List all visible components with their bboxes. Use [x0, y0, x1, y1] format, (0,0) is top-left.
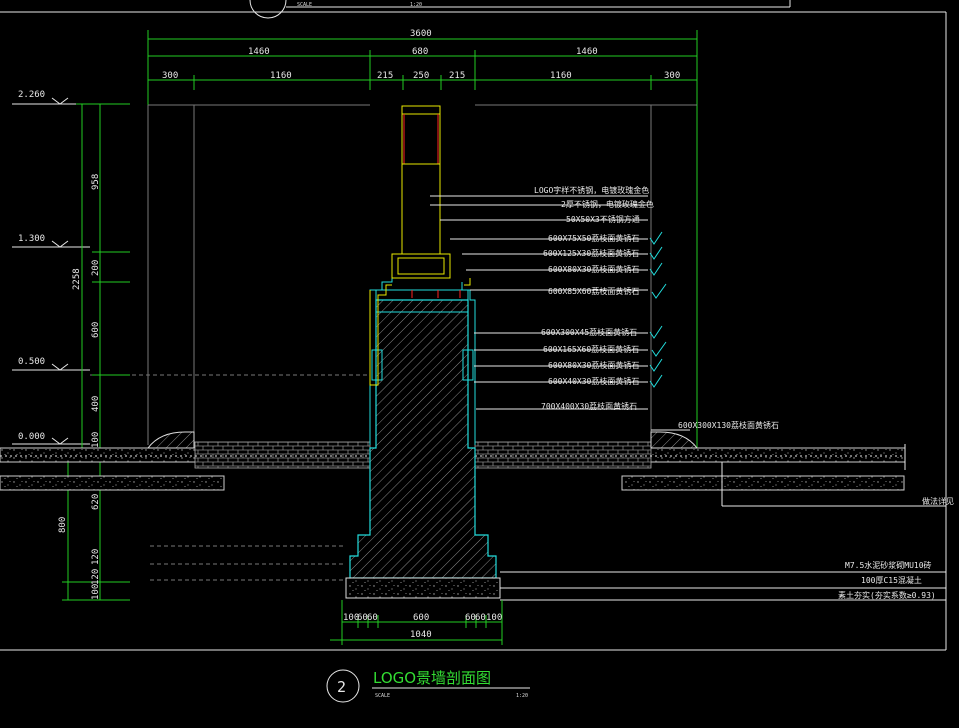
note-2mm-steel: 2厚不锈钢，电镀玫瑰金色 [561, 199, 654, 209]
logo-frame [391, 105, 461, 298]
note-stone-130: 600X300X130荔枝面黄锈石 [678, 420, 779, 430]
previous-title-stub: SCALE 1:20 [249, 0, 791, 19]
dim-detail-5: 215 [449, 71, 465, 81]
dim-detail-1: 300 [162, 71, 178, 81]
material-notes: LOGO字样不锈钢，电镀玫瑰金色 2厚不锈钢，电镀玫瑰金色 50X50X3不锈钢… [534, 185, 954, 600]
dim-left-100b: 100 [91, 584, 101, 600]
check-icon [651, 283, 667, 299]
dim-left-800: 800 [58, 517, 68, 533]
level-markers: 2.260 1.300 0.500 0.000 [12, 90, 130, 445]
dim-detail-2: 1160 [270, 71, 292, 81]
level-2-260: 2.260 [18, 90, 45, 100]
dim-left-100: 100 [91, 432, 101, 448]
check-icon [651, 341, 667, 357]
dim-detail-6: 1160 [550, 71, 572, 81]
scale-value: 1:20 [516, 693, 528, 699]
left-dimensions: 2258 958 200 600 400 100 800 620 120 120… [58, 103, 130, 601]
dim-detail-3: 215 [377, 71, 393, 81]
note-stone-75: 600X75X50荔枝面黄锈石 [548, 233, 639, 243]
top-stub-scale-label: SCALE [297, 2, 312, 8]
dim-bottom-600: 600 [413, 613, 429, 623]
check-icon [649, 262, 663, 276]
dim-left-200: 200 [91, 260, 101, 276]
drawing-title-block: 2 LOGO景墙剖面图 SCALE 1:20 [326, 669, 530, 703]
note-logo-text: LOGO字样不锈钢，电镀玫瑰金色 [534, 185, 649, 195]
bottom-dimensions: 100 60 60 600 60 60 100 1040 [330, 600, 503, 645]
dim-left-120b: 120 [91, 569, 101, 585]
note-steel-tube: 50X50X3不锈钢方通 [566, 214, 640, 224]
note-stone-700: 700X400X30荔枝面黄锈石 [541, 401, 637, 411]
dim-top-mid-2: 680 [412, 47, 428, 57]
note-brick: M7.5水泥砂浆砌MU10砖 [845, 560, 932, 570]
dim-left-120a: 120 [91, 549, 101, 565]
dim-detail-7: 300 [664, 71, 680, 81]
check-icon [649, 231, 663, 245]
dim-left-400: 400 [91, 396, 101, 412]
note-stone-80b: 600X80X30荔枝面黄锈石 [548, 360, 639, 370]
dim-bottom-60b: 60 [367, 613, 378, 623]
scale-label: SCALE [375, 693, 390, 699]
check-icon [649, 374, 663, 388]
note-stone-40: 600X40X30荔枝面黄锈石 [548, 376, 639, 386]
dim-left-600: 600 [91, 322, 101, 338]
level-1-300: 1.300 [18, 234, 45, 244]
note-stone-125: 600X125X30荔枝面黄锈石 [543, 248, 639, 258]
dim-top-mid-3: 1460 [576, 47, 598, 57]
note-stone-165: 600X165X60荔枝面黄锈石 [543, 344, 639, 354]
check-marks [649, 231, 667, 388]
dim-bottom-100b: 100 [486, 613, 502, 623]
check-icon [649, 246, 663, 260]
note-concrete: 100厚C15混凝土 [861, 575, 922, 585]
note-stone-80a: 600X80X30荔枝面黄锈石 [548, 264, 639, 274]
top-stub-scale: 1:20 [410, 2, 422, 8]
check-icon [649, 358, 663, 372]
dim-top-total: 3600 [410, 29, 432, 39]
dim-left-958: 958 [91, 174, 101, 190]
check-icon [649, 325, 663, 339]
drawing-number: 2 [337, 678, 346, 696]
note-stone-85: 600X85X60荔枝面黄锈石 [548, 286, 639, 296]
drawing-canvas: SCALE 1:20 3600 1460 680 1460 300 1160 2… [0, 0, 954, 703]
dim-detail-4: 250 [413, 71, 429, 81]
note-stone-300: 600X300X45荔枝面黄锈石 [541, 327, 637, 337]
level-0-000: 0.000 [18, 432, 45, 442]
dim-top-mid-1: 1460 [248, 47, 270, 57]
note-see-detail: 做法详见 [922, 496, 954, 506]
note-soil: 素土夯实(夯实系数≥0.93) [838, 590, 936, 600]
dim-left-620: 620 [91, 494, 101, 510]
dim-bottom-total: 1040 [410, 630, 432, 640]
drawing-title: LOGO景墙剖面图 [373, 669, 491, 687]
level-0-500: 0.500 [18, 357, 45, 367]
dim-bottom-60d: 60 [475, 613, 486, 623]
dim-left-total: 2258 [72, 268, 82, 290]
